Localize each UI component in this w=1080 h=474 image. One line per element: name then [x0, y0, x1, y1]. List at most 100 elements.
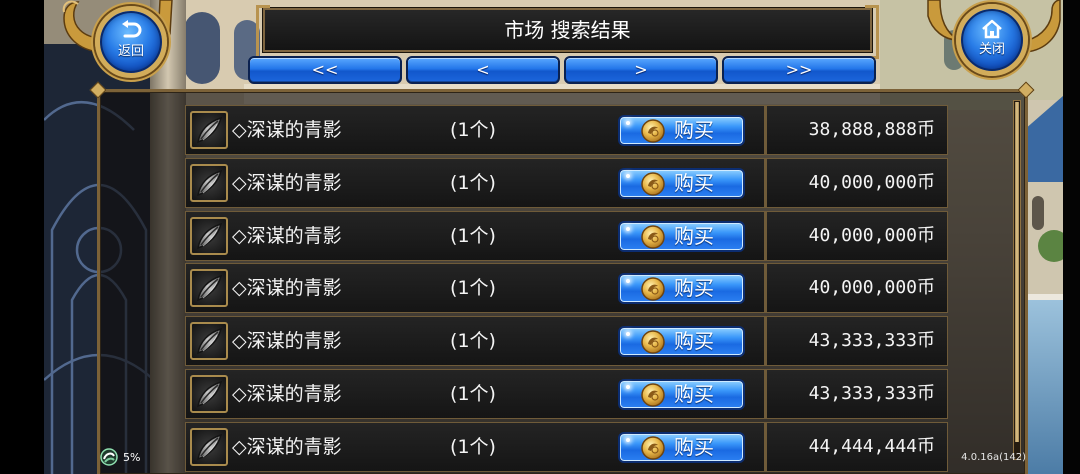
scene-right-arch: [1032, 196, 1044, 230]
buy-button-label: 购买: [674, 381, 714, 406]
item-quantity: (1个): [450, 277, 496, 300]
version-label: 4.0.16a(142): [961, 452, 1026, 463]
item-cell: ◇深谋的青影 (1个) 购买: [185, 105, 765, 155]
shadow-blade-icon-graphic: [197, 433, 223, 460]
buy-button[interactable]: 购买: [618, 326, 745, 358]
results-scrollbar[interactable]: [1013, 100, 1021, 460]
item-name: ◇深谋的青影: [232, 277, 342, 300]
listing-row[interactable]: ◇深谋的青影 (1个) 购买 40,000,000币: [185, 210, 948, 261]
item-quantity: (1个): [450, 224, 496, 247]
coin-icon-graphic: [641, 277, 665, 302]
buy-button-label: 购买: [674, 276, 714, 301]
buy-button[interactable]: 购买: [618, 167, 745, 199]
item-cell: ◇深谋的青影 (1个) 购买: [185, 210, 765, 261]
coin-icon-graphic: [641, 172, 665, 196]
item-quantity: (1个): [450, 171, 496, 194]
item-price: 43,333,333币: [808, 382, 935, 404]
price-cell: 40,000,000币: [765, 210, 948, 261]
price-cell: 43,333,333币: [765, 368, 948, 419]
buy-button-label: 购买: [674, 329, 714, 354]
buy-button[interactable]: 购买: [618, 431, 745, 463]
listing-table: ◇深谋的青影 (1个) 购买 38,888,888币 ◇深谋的青影 (1个) 购…: [185, 105, 948, 472]
buy-button[interactable]: 购买: [618, 115, 745, 146]
listing-row[interactable]: ◇深谋的青影 (1个) 购买 40,000,000币: [185, 263, 948, 314]
back-button[interactable]: 返回: [95, 6, 167, 78]
page-title: 市场 搜索结果: [504, 18, 631, 42]
item-price: 40,000,000币: [808, 171, 935, 193]
coin-icon-graphic: [641, 119, 665, 143]
sparkle-icon: [626, 173, 630, 178]
shadow-blade-icon: [190, 111, 228, 149]
last-page-button[interactable]: >>: [722, 56, 876, 84]
title-bar: 市场 搜索结果: [256, 5, 879, 59]
listing-row[interactable]: ◇深谋的青影 (1个) 购买 44,444,444币: [185, 421, 948, 472]
price-cell: 38,888,888币: [765, 105, 948, 155]
buy-button-label: 购买: [674, 223, 714, 248]
buy-button-label: 购买: [674, 118, 714, 142]
coin-icon-graphic: [641, 224, 665, 249]
item-cell: ◇深谋的青影 (1个) 购买: [185, 263, 765, 314]
shadow-blade-icon-graphic: [197, 222, 223, 249]
item-name: ◇深谋的青影: [232, 330, 342, 353]
scrollbar-thumb[interactable]: [1015, 102, 1019, 442]
item-price: 44,444,444币: [808, 435, 935, 457]
sparkle-icon: [626, 384, 630, 389]
scene-railing: [1024, 294, 1063, 300]
house-icon: [982, 19, 1002, 39]
sparkle-icon: [626, 437, 630, 442]
item-name: ◇深谋的青影: [232, 382, 342, 405]
coin-icon-graphic: [641, 330, 665, 354]
buy-button[interactable]: 购买: [618, 378, 745, 410]
screen-edge-right: [1063, 0, 1080, 474]
shadow-blade-icon: [190, 269, 228, 308]
coin-icon: [640, 435, 666, 461]
coin-icon: [640, 224, 666, 250]
shadow-blade-icon: [190, 163, 228, 202]
item-cell: ◇深谋的青影 (1个) 购买: [185, 316, 765, 367]
coin-icon: [640, 329, 666, 355]
shadow-blade-icon: [190, 216, 228, 255]
next-page-button[interactable]: >: [564, 56, 718, 84]
sparkle-icon: [626, 332, 630, 337]
price-cell: 43,333,333币: [765, 316, 948, 367]
scene-arched-window: [184, 12, 220, 84]
coin-icon-graphic: [641, 436, 665, 460]
scene-water: [1024, 300, 1063, 474]
status-indicator: 5%: [123, 451, 141, 464]
item-price: 43,333,333币: [808, 330, 935, 352]
shadow-blade-icon-graphic: [197, 116, 223, 144]
coin-icon-graphic: [641, 383, 665, 407]
item-price: 40,000,000币: [808, 224, 935, 246]
buy-button[interactable]: 购买: [618, 220, 745, 252]
first-page-button[interactable]: <<: [248, 56, 402, 84]
shadow-blade-icon-graphic: [197, 328, 223, 355]
coin-icon: [640, 171, 666, 197]
shadow-blade-icon-graphic: [197, 380, 223, 408]
listing-row[interactable]: ◇深谋的青影 (1个) 购买 38,888,888币: [185, 105, 948, 155]
u-turn-arrow-icon: [122, 20, 142, 38]
item-name: ◇深谋的青影: [232, 435, 342, 458]
shadow-blade-icon-graphic: [197, 275, 223, 302]
sparkle-icon: [626, 226, 630, 231]
close-button[interactable]: 关闭: [956, 4, 1028, 76]
coin-icon: [640, 382, 666, 408]
buy-button-label: 购买: [674, 434, 714, 459]
item-name: ◇深谋的青影: [232, 171, 342, 194]
shadow-blade-icon: [190, 427, 228, 466]
item-quantity: (1个): [450, 330, 496, 353]
buy-button[interactable]: 购买: [618, 273, 745, 305]
coin-icon: [640, 118, 666, 144]
price-cell: 40,000,000币: [765, 157, 948, 208]
close-button-label: 关闭: [978, 42, 1005, 57]
shadow-blade-icon: [190, 322, 228, 361]
swirl-icon: [100, 448, 118, 466]
item-quantity: (1个): [450, 382, 496, 405]
shadow-blade-icon-graphic: [197, 169, 223, 196]
listing-row[interactable]: ◇深谋的青影 (1个) 购买 43,333,333币: [185, 368, 948, 419]
shadow-blade-icon: [190, 374, 228, 413]
item-price: 40,000,000币: [808, 277, 935, 299]
previous-page-button[interactable]: <: [406, 56, 560, 84]
listing-row[interactable]: ◇深谋的青影 (1个) 购买 43,333,333币: [185, 316, 948, 367]
listing-row[interactable]: ◇深谋的青影 (1个) 购买 40,000,000币: [185, 157, 948, 208]
item-price: 38,888,888币: [808, 119, 935, 140]
